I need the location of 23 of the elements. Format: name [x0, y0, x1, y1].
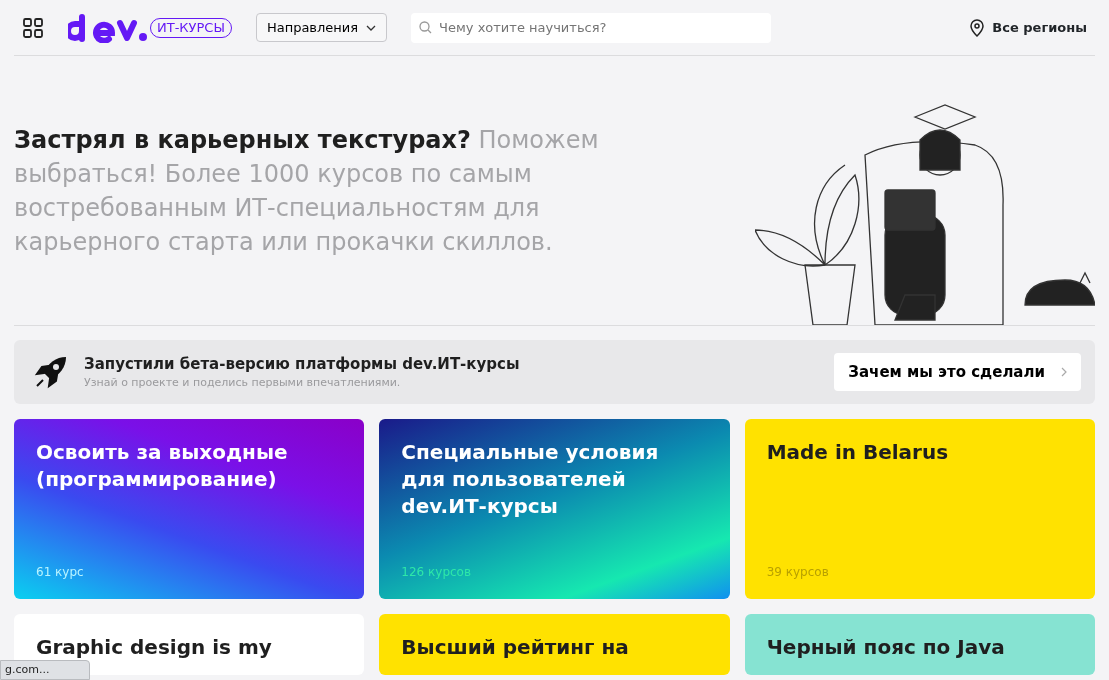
region-link[interactable]: Все регионы — [970, 17, 1087, 38]
search-field[interactable]: Чему хотите научиться? — [411, 12, 772, 43]
logo-mark[interactable] — [68, 12, 150, 43]
collection-card[interactable]: Освоить за выходные (программирование) 61 курс — [14, 419, 365, 599]
course-count: 61 курс — [36, 564, 84, 581]
course-count: 126 курсов — [401, 564, 472, 581]
location-pin-icon — [970, 18, 985, 37]
hero-heading: Застрял в карьерных текстурах? Поможем выбраться! Более 1000 курсов по самым востребованным ИТ-специальностям для карьерного старта или прокачки скиллов. — [14, 124, 600, 258]
collection-card[interactable]: Высший рейтинг на — [379, 614, 730, 675]
why-button[interactable]: Зачем мы это сделали — [834, 352, 1081, 392]
collection-card[interactable]: Специальные условия для пользователей dev.ИТ-курсы 126 курсов — [379, 419, 730, 599]
search-icon — [419, 20, 433, 34]
status-tooltip: g.com... — [0, 659, 91, 680]
banner-subtitle: Узнай о проекте и поделись первыми впечатлениями. — [84, 375, 402, 391]
banner-title: Запустили бета-версию платформы dev.ИТ-курсы — [84, 353, 520, 375]
rocket-icon — [34, 355, 68, 389]
collection-card[interactable]: Made in Belarus 39 курсов — [744, 419, 1095, 599]
collection-card[interactable]: Черный пояс по Java — [744, 614, 1095, 675]
chevron-down-icon — [366, 24, 377, 31]
chevron-right-icon — [1061, 367, 1067, 377]
grid-menu-icon[interactable] — [22, 16, 44, 39]
course-count: 39 курсов — [766, 564, 829, 581]
directions-dropdown[interactable]: Направления — [255, 12, 388, 43]
